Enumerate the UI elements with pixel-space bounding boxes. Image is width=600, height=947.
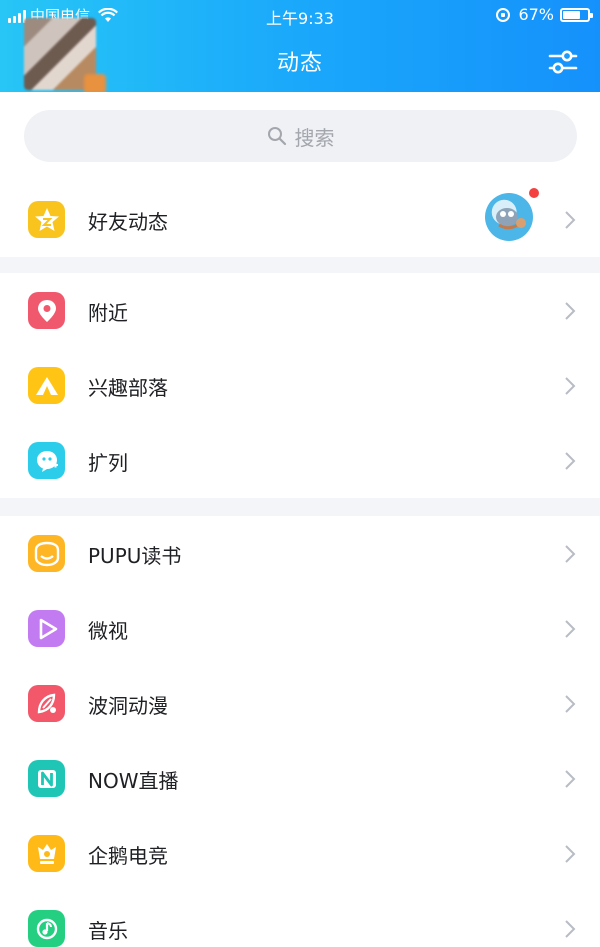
chevron-right-icon xyxy=(565,695,576,713)
search-icon xyxy=(267,127,286,146)
list-item-label: 兴趣部落 xyxy=(88,376,168,400)
chevron-right-icon xyxy=(565,920,576,938)
rotation-lock-icon xyxy=(496,7,511,22)
search-placeholder: 搜索 xyxy=(294,125,335,150)
list-item-label: 附近 xyxy=(88,301,128,325)
app-header: 中国电信 上午9:33 67% 动态 xyxy=(0,0,600,92)
list-item-now-live[interactable]: NOW直播 xyxy=(0,741,600,816)
list-item-pupu-reading[interactable]: PUPU读书 xyxy=(0,516,600,591)
battery-percent: 67% xyxy=(518,5,554,24)
search-input[interactable]: 搜索 xyxy=(24,110,577,162)
friend-avatar xyxy=(485,193,533,241)
music-icon xyxy=(28,910,65,947)
qzone-star-icon xyxy=(28,201,65,238)
list-item-label: 微视 xyxy=(88,619,128,643)
list-item-label: PUPU读书 xyxy=(88,544,182,568)
sliders-icon[interactable] xyxy=(548,48,578,76)
esports-icon xyxy=(28,835,65,872)
notification-dot xyxy=(527,186,541,200)
list-item-label: 企鹅电竞 xyxy=(88,844,168,868)
play-icon xyxy=(28,610,65,647)
chevron-right-icon xyxy=(565,845,576,863)
tribe-triangle-icon xyxy=(28,367,65,404)
group-social: 附近 兴趣部落 扩列 xyxy=(0,273,600,498)
chevron-right-icon xyxy=(565,377,576,395)
list-item-expand-friends[interactable]: 扩列 xyxy=(0,423,600,498)
chevron-right-icon xyxy=(565,620,576,638)
list-item-weishi[interactable]: 微视 xyxy=(0,591,600,666)
group-apps: PUPU读书 微视 波洞动漫 NOW直播 企鹅电竞 音乐 xyxy=(0,516,600,947)
chevron-right-icon xyxy=(565,211,576,229)
now-live-icon xyxy=(28,760,65,797)
list-item-nearby[interactable]: 附近 xyxy=(0,273,600,348)
list-item-label: 扩列 xyxy=(88,451,128,475)
status-right: 67% xyxy=(496,5,593,24)
chevron-right-icon xyxy=(565,302,576,320)
list-item-bodong-comics[interactable]: 波洞动漫 xyxy=(0,666,600,741)
chevron-right-icon xyxy=(565,545,576,563)
book-icon xyxy=(28,535,65,572)
add-friend-icon xyxy=(28,442,65,479)
location-pin-icon xyxy=(28,292,65,329)
list-item-interest-tribe[interactable]: 兴趣部落 xyxy=(0,348,600,423)
list-item-label: 音乐 xyxy=(88,919,128,943)
list-item-music[interactable]: 音乐 xyxy=(0,891,600,947)
list-item-label: 好友动态 xyxy=(88,210,168,234)
chevron-right-icon xyxy=(565,452,576,470)
list-item-label: 波洞动漫 xyxy=(88,694,168,718)
comic-icon xyxy=(28,685,65,722)
list-item-esports[interactable]: 企鹅电竞 xyxy=(0,816,600,891)
page-title: 动态 xyxy=(276,51,323,76)
search-section: 搜索 xyxy=(0,92,600,182)
list-item-label: NOW直播 xyxy=(88,769,179,793)
chevron-right-icon xyxy=(565,770,576,788)
battery-icon xyxy=(560,7,593,22)
